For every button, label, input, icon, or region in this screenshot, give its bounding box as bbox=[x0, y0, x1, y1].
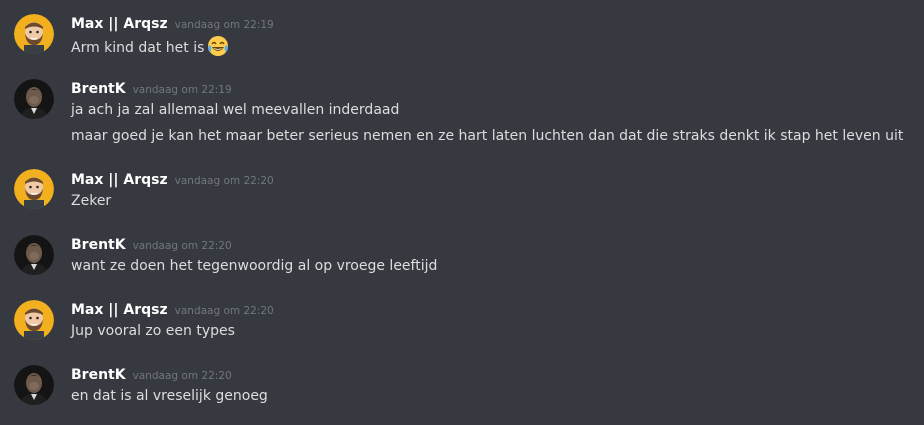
message-text: maar goed je kan het maar beter serieus … bbox=[71, 128, 904, 144]
timestamp: vandaag om 22:20 bbox=[132, 240, 232, 252]
dark-photo-man-avatar-icon bbox=[14, 79, 54, 119]
message-header: BrentK vandaag om 22:20 bbox=[71, 234, 232, 254]
message-header: BrentK vandaag om 22:20 bbox=[71, 364, 232, 384]
timestamp: vandaag om 22:19 bbox=[174, 19, 274, 31]
message-text: Jup vooral zo een types bbox=[71, 323, 235, 339]
cartoon-bearded-man-avatar-icon bbox=[14, 300, 54, 340]
timestamp: vandaag om 22:19 bbox=[132, 84, 232, 96]
message-text: en dat is al vreselijk genoeg bbox=[71, 388, 268, 404]
dark-photo-man-avatar-icon bbox=[14, 365, 54, 405]
avatar[interactable] bbox=[14, 169, 54, 209]
avatar[interactable] bbox=[14, 79, 54, 119]
message-header: Max || Arqsz vandaag om 22:20 bbox=[71, 169, 274, 189]
message-text: Zeker bbox=[71, 193, 112, 209]
author-name[interactable]: BrentK bbox=[71, 81, 126, 97]
message-header: Max || Arqsz vandaag om 22:19 bbox=[71, 13, 274, 33]
message-header: Max || Arqsz vandaag om 22:20 bbox=[71, 299, 274, 319]
dark-photo-man-avatar-icon bbox=[14, 235, 54, 275]
message-text: ja ach ja zal allemaal wel meevallen ind… bbox=[71, 102, 400, 118]
cartoon-bearded-man-avatar-icon bbox=[14, 14, 54, 54]
message-text: Arm kind dat het is bbox=[71, 35, 229, 56]
author-name[interactable]: Max || Arqsz bbox=[71, 16, 168, 32]
author-name[interactable]: Max || Arqsz bbox=[71, 302, 168, 318]
message-text: want ze doen het tegenwoordig al op vroe… bbox=[71, 258, 438, 274]
message-text-content: Arm kind dat het is bbox=[71, 40, 205, 56]
avatar[interactable] bbox=[14, 365, 54, 405]
face-with-tears-of-joy-icon bbox=[207, 35, 229, 63]
timestamp: vandaag om 22:20 bbox=[174, 305, 274, 317]
avatar[interactable] bbox=[14, 14, 54, 54]
avatar[interactable] bbox=[14, 300, 54, 340]
cartoon-bearded-man-avatar-icon bbox=[14, 169, 54, 209]
author-name[interactable]: BrentK bbox=[71, 237, 126, 253]
timestamp: vandaag om 22:20 bbox=[132, 370, 232, 382]
author-name[interactable]: Max || Arqsz bbox=[71, 172, 168, 188]
avatar[interactable] bbox=[14, 235, 54, 275]
author-name[interactable]: BrentK bbox=[71, 367, 126, 383]
message-header: BrentK vandaag om 22:19 bbox=[71, 78, 232, 98]
timestamp: vandaag om 22:20 bbox=[174, 175, 274, 187]
